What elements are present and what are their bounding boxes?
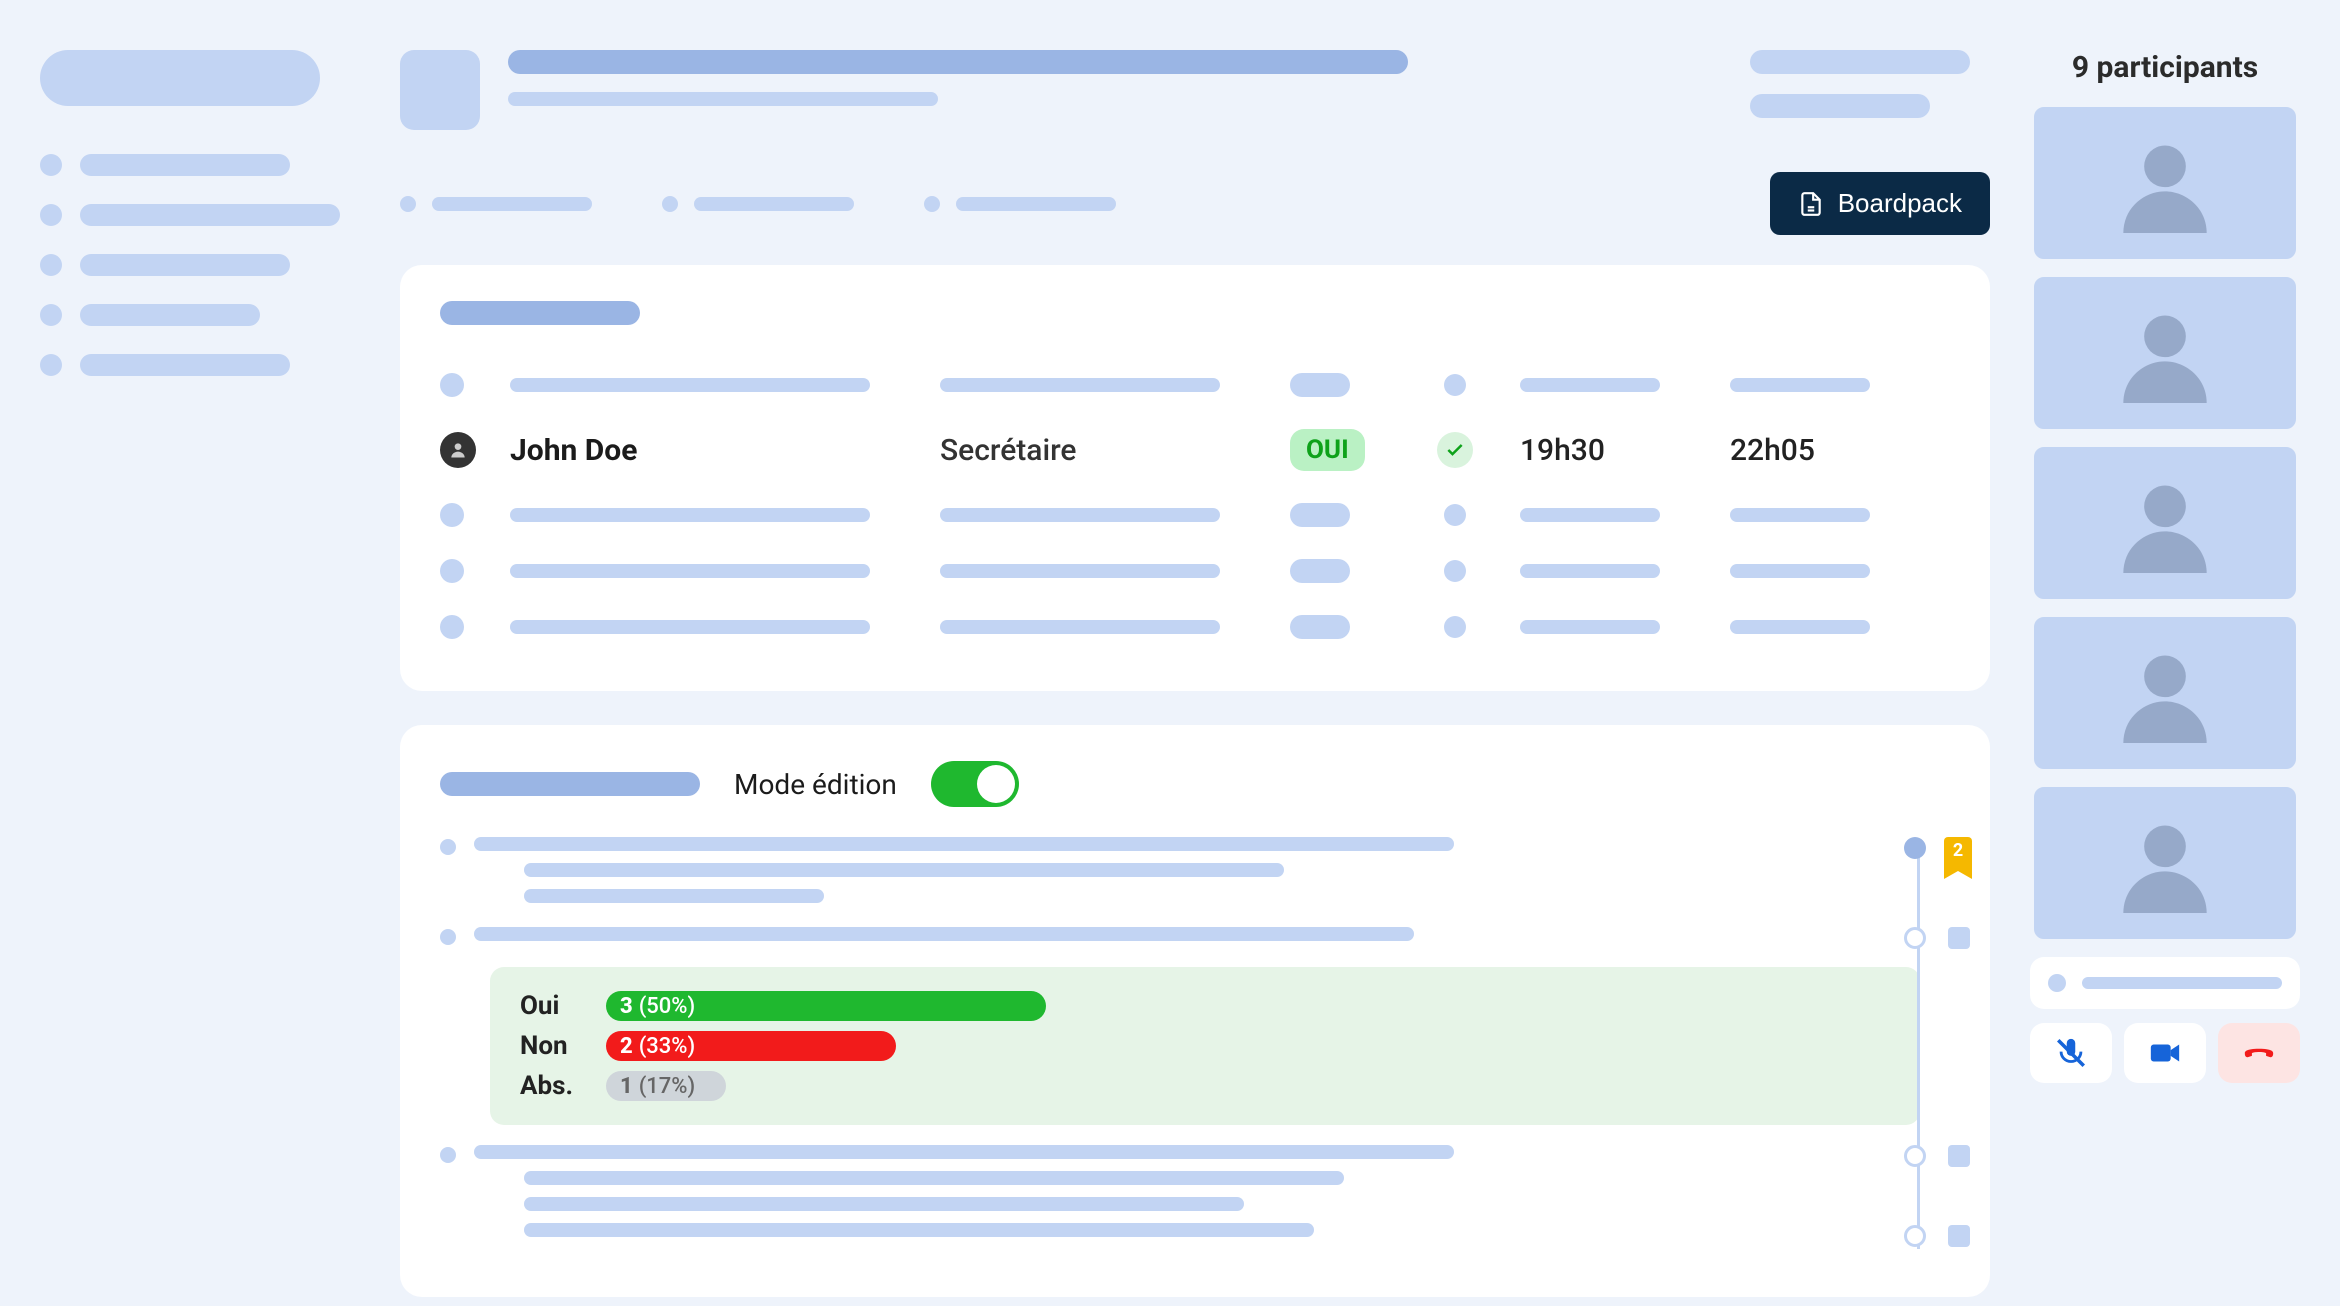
table-row <box>440 543 1950 599</box>
edit-mode-toggle[interactable] <box>931 761 1019 807</box>
video-icon <box>2148 1036 2182 1070</box>
edit-mode-label: Mode édition <box>734 768 897 801</box>
sidebar-item[interactable] <box>40 204 360 226</box>
video-button[interactable] <box>2124 1023 2206 1083</box>
sidebar <box>40 50 360 1306</box>
person-silhouette-icon <box>2115 303 2215 403</box>
meta-item <box>924 172 1116 235</box>
participant-tile[interactable] <box>2030 613 2300 773</box>
header-chip <box>1750 94 1930 118</box>
hangup-icon <box>2242 1036 2276 1070</box>
person-silhouette-icon <box>2115 133 2215 233</box>
pdf-file-icon <box>1798 191 1824 217</box>
search-icon <box>2048 974 2066 992</box>
vote-row-non: Non 2(33%) <box>520 1031 1890 1061</box>
vote-row-oui: Oui 3(50%) <box>520 991 1890 1021</box>
avatar <box>440 432 476 468</box>
sidebar-item[interactable] <box>40 354 360 376</box>
bookmark-badge[interactable]: 2 <box>1944 837 1972 871</box>
hangup-button[interactable] <box>2218 1023 2300 1083</box>
vote-bar-oui: 3(50%) <box>606 991 1046 1021</box>
attendee-role: Secrétaire <box>940 433 1260 468</box>
agenda-item[interactable]: 2 <box>440 837 1920 915</box>
sidebar-logo[interactable] <box>40 50 320 106</box>
attendee-name: John Doe <box>510 433 910 468</box>
page-header <box>400 50 1990 138</box>
participant-tile[interactable] <box>2030 443 2300 603</box>
agenda-item[interactable] <box>440 927 1920 953</box>
vote-row-abs: Abs. 1(17%) <box>520 1071 1890 1101</box>
person-silhouette-icon <box>2115 643 2215 743</box>
agenda-card: Mode édition 2 <box>400 725 1990 1297</box>
person-silhouette-icon <box>2115 473 2215 573</box>
response-badge: OUI <box>1290 429 1365 471</box>
vote-bar-abs: 1(17%) <box>606 1071 726 1101</box>
check-icon <box>1445 440 1465 460</box>
time-out: 22h05 <box>1730 433 1910 468</box>
attendance-card: John Doe Secrétaire OUI 19h30 22h05 <box>400 265 1990 691</box>
sidebar-item[interactable] <box>40 254 360 276</box>
participants-panel: 9 participants <box>2030 50 2300 1306</box>
boardpack-button[interactable]: Boardpack <box>1770 172 1990 235</box>
header-avatar-placeholder <box>400 50 480 130</box>
mute-mic-button[interactable] <box>2030 1023 2112 1083</box>
page-title-placeholder <box>508 50 1408 74</box>
header-chip <box>1750 50 1970 74</box>
table-row-highlighted[interactable]: John Doe Secrétaire OUI 19h30 22h05 <box>440 413 1950 487</box>
table-row <box>440 599 1950 655</box>
meta-item <box>662 172 854 235</box>
main-content: Boardpack John Doe Secrétaire OUI 19h30 <box>400 50 1990 1306</box>
check-badge <box>1437 432 1473 468</box>
person-silhouette-icon <box>2115 813 2215 913</box>
mic-muted-icon <box>2054 1036 2088 1070</box>
call-controls <box>2030 1023 2300 1083</box>
table-row <box>440 357 1950 413</box>
sidebar-item[interactable] <box>40 304 360 326</box>
vote-results-panel: Oui 3(50%) Non 2(33%) Abs. <box>490 967 1920 1125</box>
participant-tile[interactable] <box>2030 783 2300 943</box>
participant-tile[interactable] <box>2030 103 2300 263</box>
participants-heading: 9 participants <box>2030 50 2300 85</box>
agenda-item[interactable] <box>440 1145 1920 1249</box>
agenda-title-placeholder <box>440 772 700 796</box>
participant-tile[interactable] <box>2030 273 2300 433</box>
meta-item <box>400 172 592 235</box>
participant-search[interactable] <box>2030 957 2300 1009</box>
person-icon <box>448 440 468 460</box>
vote-bar-non: 2(33%) <box>606 1031 896 1061</box>
time-in: 19h30 <box>1520 433 1700 468</box>
attendance-title-placeholder <box>440 301 640 325</box>
page-subtitle-placeholder <box>508 92 938 106</box>
sidebar-item[interactable] <box>40 154 360 176</box>
boardpack-label: Boardpack <box>1838 188 1962 219</box>
table-row <box>440 487 1950 543</box>
